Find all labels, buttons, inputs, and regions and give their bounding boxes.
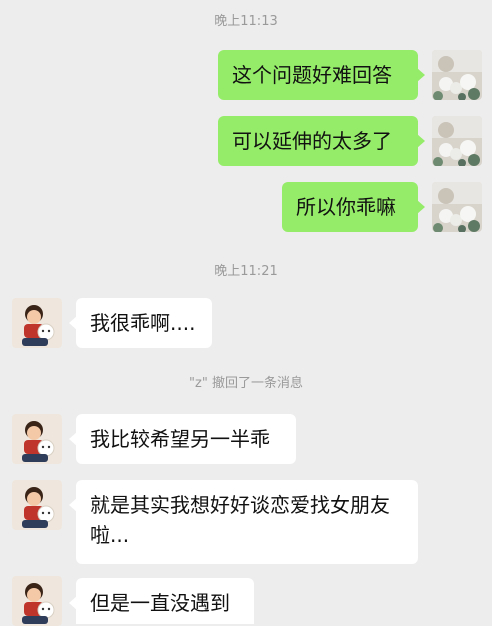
message-bubble-incoming[interactable]: 我很乖啊.... xyxy=(69,298,212,348)
contact-avatar[interactable] xyxy=(12,298,62,348)
user-avatar[interactable] xyxy=(432,116,482,166)
contact-avatar[interactable] xyxy=(12,480,62,530)
message-bubble-incoming[interactable]: 就是其实我想好好谈恋爱找女朋友啦... xyxy=(69,480,418,564)
timestamp: 晚上11:13 xyxy=(214,14,278,29)
chat-window: 晚上11:13 这个问题好难回答 可以延伸的太多了 所以你乖嘛 晚上11:21 … xyxy=(0,0,492,626)
contact-avatar[interactable] xyxy=(12,414,62,464)
user-avatar[interactable] xyxy=(432,50,482,100)
message-bubble-incoming[interactable]: 我比较希望另一半乖 xyxy=(69,414,296,464)
user-avatar[interactable] xyxy=(432,182,482,232)
recall-notice: "z" 撤回了一条消息 xyxy=(189,376,303,391)
message-bubble-incoming[interactable]: 但是一直没遇到 xyxy=(69,578,254,624)
message-bubble-outgoing[interactable]: 可以延伸的太多了 xyxy=(218,116,425,166)
message-bubble-outgoing[interactable]: 这个问题好难回答 xyxy=(218,50,425,100)
message-bubble-outgoing[interactable]: 所以你乖嘛 xyxy=(282,182,425,232)
timestamp: 晚上11:21 xyxy=(214,264,278,279)
contact-avatar[interactable] xyxy=(12,576,62,626)
